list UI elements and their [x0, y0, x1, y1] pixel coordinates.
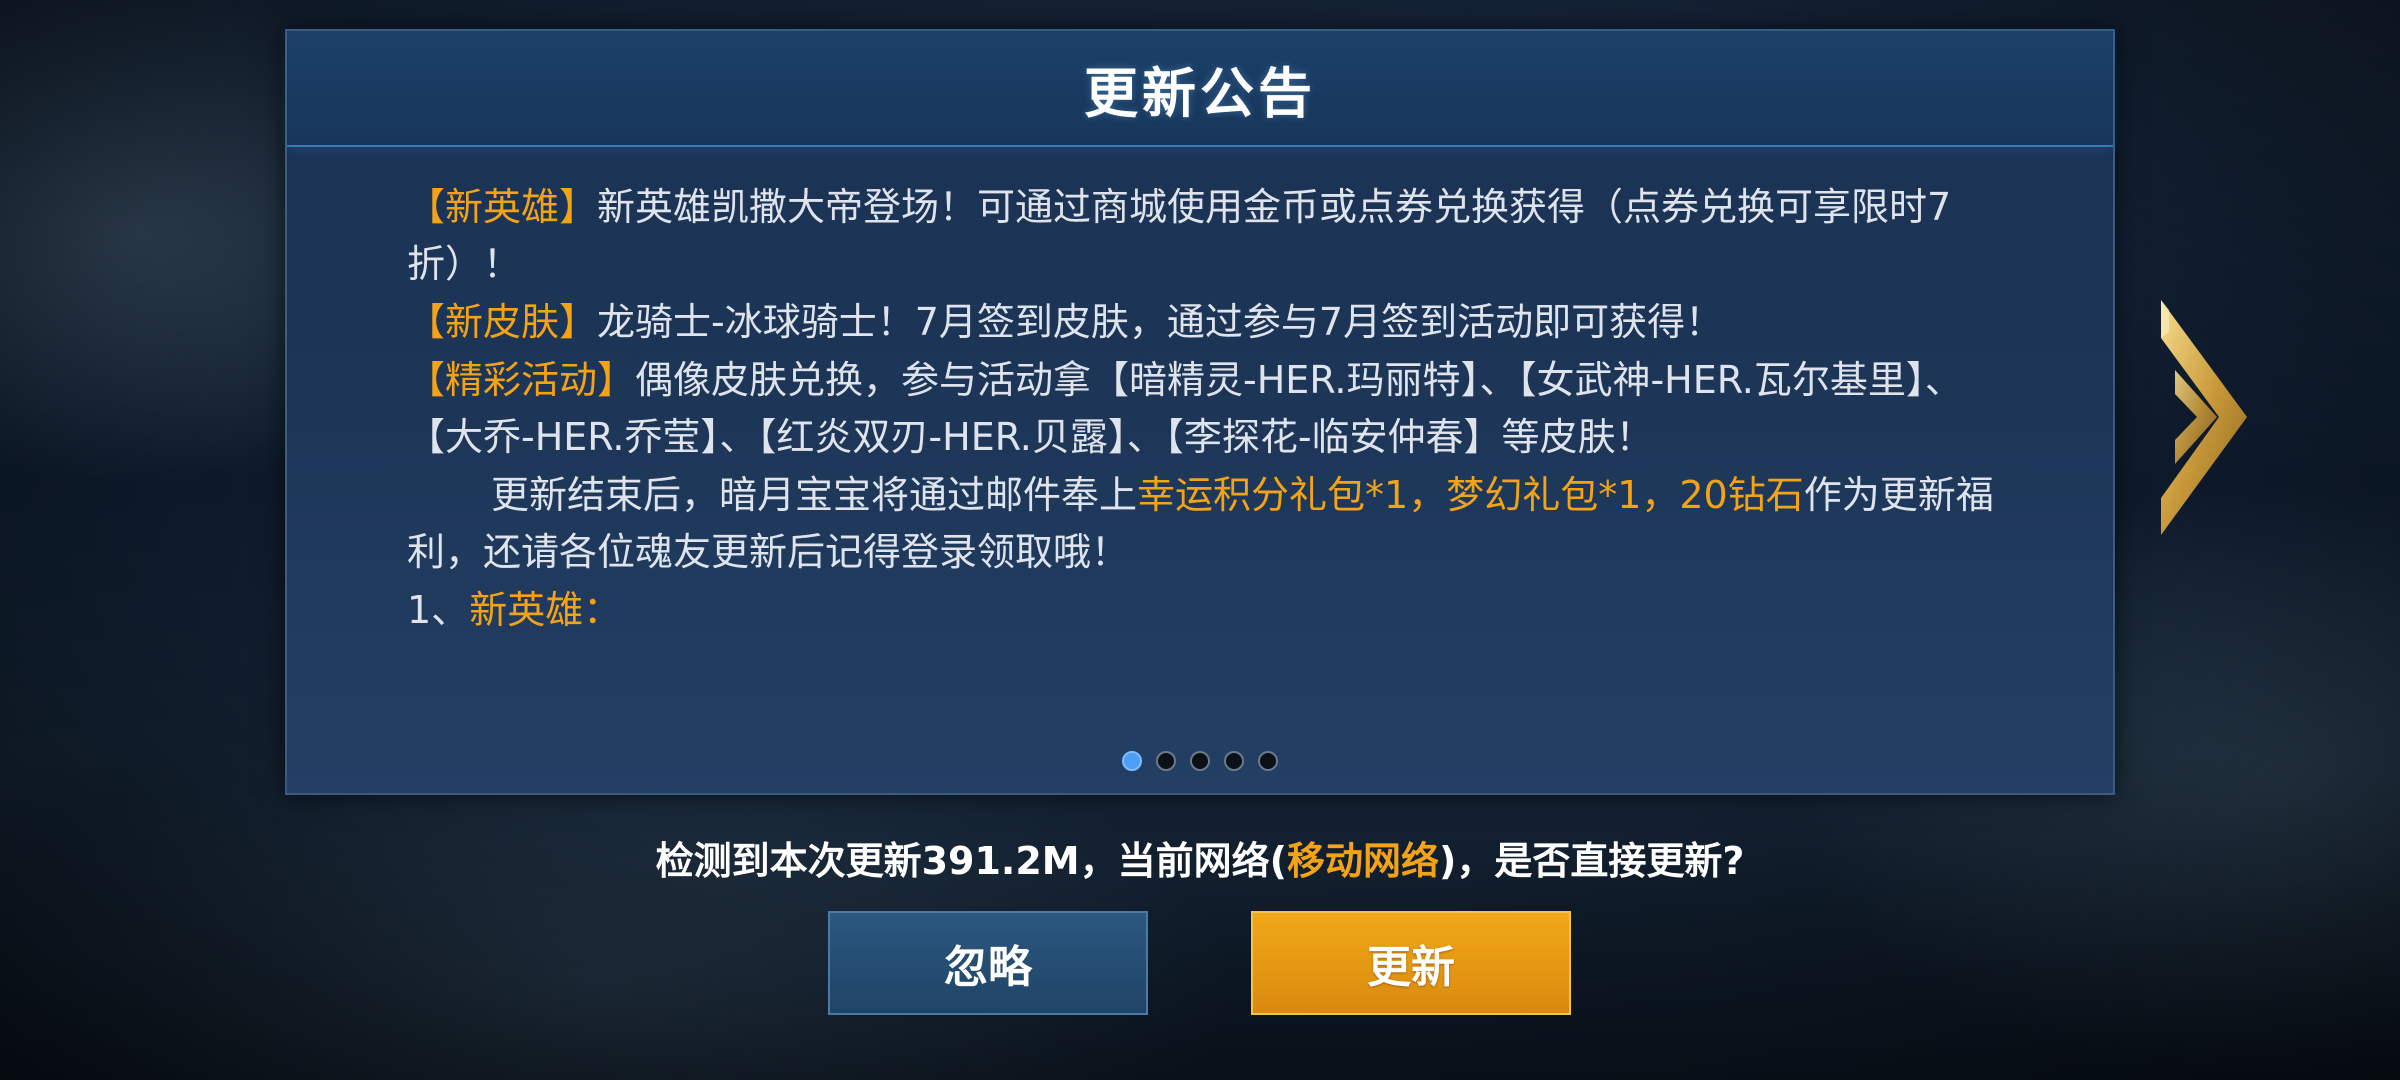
page-indicator — [1122, 751, 1278, 771]
ignore-button[interactable]: 忽略 — [828, 911, 1148, 1015]
page-dot-4[interactable] — [1224, 751, 1244, 771]
page-dot-3[interactable] — [1190, 751, 1210, 771]
page-dot-2[interactable] — [1156, 751, 1176, 771]
notice-content[interactable]: 【新英雄】新英雄凯撒大帝登场！可通过商城使用金币或点券兑换获得（点券兑换可享限时… — [407, 179, 2017, 639]
rewards-highlight: 幸运积分礼包*1，梦幻礼包*1，20钻石 — [1137, 473, 1804, 517]
notice-section-heading: 1、新英雄： — [407, 582, 2017, 639]
notice-paragraph-rewards: 更新结束后，暗月宝宝将通过邮件奉上幸运积分礼包*1，梦幻礼包*1，20钻石作为更… — [407, 467, 2017, 581]
new-hero-text: 新英雄凯撒大帝登场！可通过商城使用金币或点券兑换获得（点券兑换可享限时7折）！ — [407, 185, 1952, 286]
notice-paragraph-event: 【精彩活动】偶像皮肤兑换，参与活动拿【暗精灵-HER.玛丽特】、【女武神-HER… — [407, 352, 2017, 466]
update-size-prompt: 检测到本次更新391.2M，当前网络(移动网络)，是否直接更新? — [0, 830, 2400, 885]
notice-paragraph-new-hero: 【新英雄】新英雄凯撒大帝登场！可通过商城使用金币或点券兑换获得（点券兑换可享限时… — [407, 179, 2017, 293]
rewards-text-before: 更新结束后，暗月宝宝将通过邮件奉上 — [491, 473, 1138, 517]
event-text: 偶像皮肤兑换，参与活动拿【暗精灵-HER.玛丽特】、【女武神-HER.瓦尔基里】… — [407, 358, 1963, 459]
update-notice-panel: 更新公告 【新英雄】新英雄凯撒大帝登场！可通过商城使用金币或点券兑换获得（点券兑… — [285, 29, 2115, 795]
tag-event: 【精彩活动】 — [407, 358, 636, 402]
tag-new-skin: 【新皮肤】 — [407, 300, 598, 344]
network-type: 移动网络 — [1286, 839, 1439, 883]
panel-header: 更新公告 — [287, 31, 2113, 147]
page-dot-1[interactable] — [1122, 751, 1142, 771]
section-number: 1、 — [407, 588, 470, 632]
page-dot-5[interactable] — [1258, 751, 1278, 771]
prompt-text-after: )，是否直接更新? — [1438, 839, 1745, 883]
update-button[interactable]: 更新 — [1251, 911, 1571, 1015]
new-skin-text: 龙骑士-冰球骑士！7月签到皮肤，通过参与7月签到活动即可获得！ — [597, 300, 1724, 344]
chevron-right-icon — [2161, 300, 2247, 535]
next-page-button[interactable] — [2155, 300, 2250, 535]
notice-paragraph-new-skin: 【新皮肤】龙骑士-冰球骑士！7月签到皮肤，通过参与7月签到活动即可获得！ — [407, 294, 2017, 351]
section-heading-text: 新英雄： — [469, 588, 622, 632]
prompt-text-before: 检测到本次更新391.2M，当前网络( — [655, 839, 1287, 883]
tag-new-hero: 【新英雄】 — [407, 185, 598, 229]
game-background: 更新公告 【新英雄】新英雄凯撒大帝登场！可通过商城使用金币或点券兑换获得（点券兑… — [0, 0, 2400, 1080]
panel-title: 更新公告 — [1084, 61, 1316, 125]
